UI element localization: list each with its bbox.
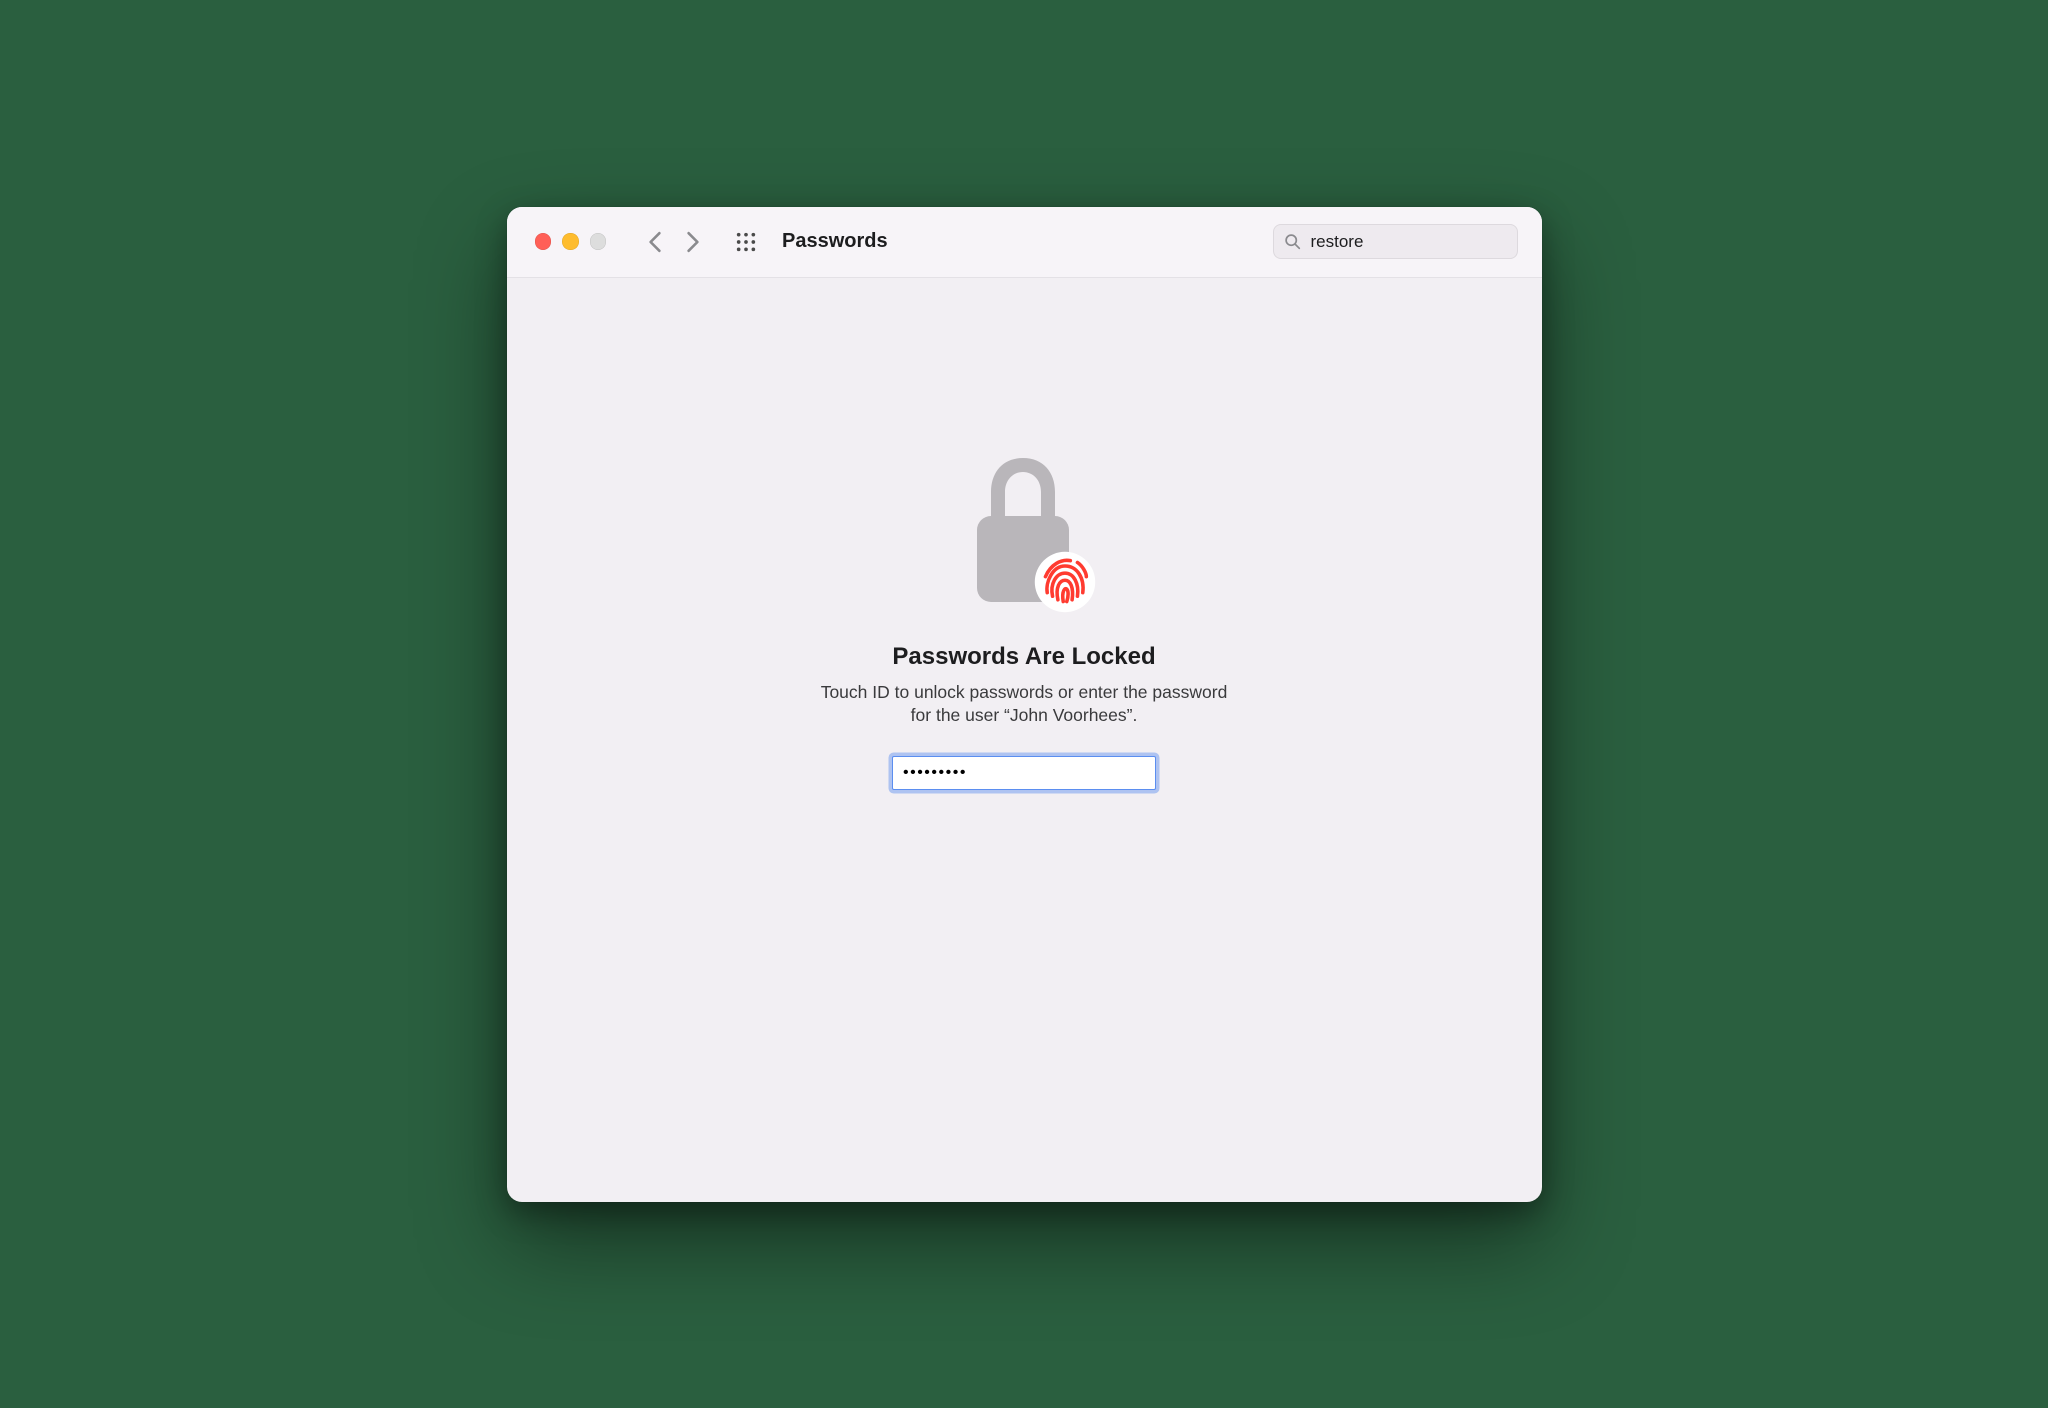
- password-field-wrap: [892, 756, 1156, 790]
- nav-forward-button[interactable]: [684, 229, 702, 255]
- toolbar: Passwords: [507, 207, 1542, 278]
- locked-subtitle: Touch ID to unlock passwords or enter th…: [814, 681, 1234, 728]
- panel-title: Passwords: [782, 230, 888, 253]
- close-window-button[interactable]: [535, 233, 552, 250]
- nav-back-button[interactable]: [646, 229, 664, 255]
- minimize-window-button[interactable]: [562, 233, 579, 250]
- window-controls: [535, 233, 607, 250]
- search-field-wrap: [1273, 224, 1518, 259]
- nav-arrows: [646, 229, 702, 255]
- password-input[interactable]: [901, 763, 1147, 783]
- search-input[interactable]: [1309, 231, 1534, 253]
- show-all-button[interactable]: [734, 230, 758, 254]
- zoom-window-button[interactable]: [590, 233, 607, 250]
- lock-graphic: [959, 458, 1089, 618]
- search-icon: [1284, 233, 1301, 250]
- passwords-locked-panel: Passwords Are Locked Touch ID to unlock …: [507, 278, 1542, 1202]
- locked-heading: Passwords Are Locked: [892, 643, 1155, 671]
- touchid-icon: [1033, 550, 1097, 614]
- settings-window: Passwords: [507, 207, 1542, 1202]
